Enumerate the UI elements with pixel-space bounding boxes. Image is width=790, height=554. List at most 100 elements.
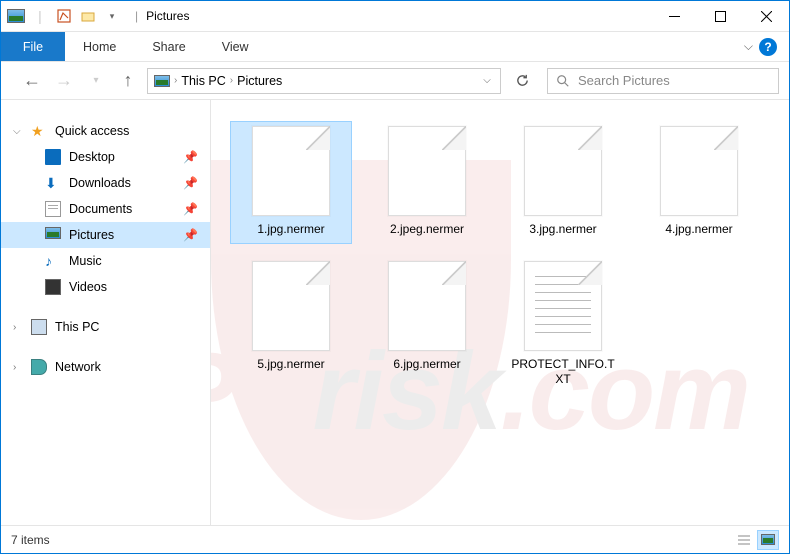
file-thumbnail-icon: [524, 261, 602, 351]
explorer-window: | ▾ Pictures File Home Share View: [0, 0, 790, 554]
properties-icon[interactable]: [53, 5, 75, 27]
file-item[interactable]: 6.jpg.nermer: [367, 257, 487, 393]
breadcrumb-this-pc[interactable]: This PC: [181, 74, 225, 88]
maximize-button[interactable]: [697, 1, 743, 31]
file-item[interactable]: 2.jpeg.nermer: [367, 122, 487, 243]
chevron-down-icon[interactable]: ⌵: [13, 126, 21, 137]
file-name-label: 5.jpg.nermer: [257, 357, 324, 372]
file-name-label: 1.jpg.nermer: [257, 222, 324, 237]
location-icon: [154, 75, 170, 87]
window-title: Pictures: [135, 9, 189, 23]
pin-icon: 📌: [183, 228, 198, 242]
sidebar-item-label: Downloads: [69, 176, 131, 190]
close-button[interactable]: [743, 1, 789, 31]
pin-icon: 📌: [183, 176, 198, 190]
chevron-right-icon[interactable]: ›: [174, 75, 177, 86]
files-grid: 1.jpg.nermer 2.jpeg.nermer 3.jpg.nermer 4.j…: [231, 122, 779, 393]
forward-button[interactable]: →: [51, 68, 77, 94]
sidebar-item-this-pc[interactable]: › This PC: [1, 314, 210, 340]
file-thumbnail-icon: [252, 126, 330, 216]
address-bar[interactable]: › This PC › Pictures ⌵: [147, 68, 501, 94]
details-view-button[interactable]: [733, 530, 755, 550]
document-icon: [45, 201, 61, 217]
file-item[interactable]: 3.jpg.nermer: [503, 122, 623, 243]
search-input[interactable]: [578, 73, 770, 88]
file-list-pane[interactable]: PCrisk.com 1.jpg.nermer2.jpeg.nermer3.jp…: [211, 100, 789, 525]
view-mode-switcher: [733, 530, 779, 550]
sidebar-item-label: Desktop: [69, 150, 115, 164]
minimize-button[interactable]: [651, 1, 697, 31]
sidebar-item-label: Music: [69, 254, 102, 268]
chevron-right-icon[interactable]: ›: [13, 362, 16, 373]
qat-dropdown-icon[interactable]: ▾: [101, 5, 123, 27]
sidebar-item-label: Quick access: [55, 124, 129, 138]
chevron-right-icon[interactable]: ›: [13, 322, 16, 333]
file-item[interactable]: 5.jpg.nermer: [231, 257, 351, 393]
navigation-pane: ⌵ ★ Quick access Desktop 📌 ⬇ Downloads 📌…: [1, 100, 211, 525]
network-icon: [31, 359, 47, 375]
sidebar-item-pictures[interactable]: Pictures 📌: [1, 222, 210, 248]
status-bar: 7 items: [1, 525, 789, 553]
back-button[interactable]: ←: [19, 68, 45, 94]
file-item[interactable]: 4.jpg.nermer: [639, 122, 759, 243]
address-dropdown-icon[interactable]: ⌵: [478, 75, 496, 86]
pictures-icon: [45, 227, 61, 243]
search-icon: [556, 74, 570, 88]
sidebar-item-network[interactable]: › Network: [1, 354, 210, 380]
file-name-label: PROTECT_INFO.TXT: [508, 357, 618, 387]
tab-share[interactable]: Share: [134, 32, 203, 61]
file-item[interactable]: PROTECT_INFO.TXT: [503, 257, 623, 393]
file-thumbnail-icon: [388, 261, 466, 351]
file-thumbnail-icon: [388, 126, 466, 216]
file-name-label: 6.jpg.nermer: [393, 357, 460, 372]
sidebar-item-quick-access[interactable]: ⌵ ★ Quick access: [1, 118, 210, 144]
file-thumbnail-icon: [524, 126, 602, 216]
navigation-bar: ← → ▾ ↑ › This PC › Pictures ⌵: [1, 62, 789, 100]
pc-icon: [31, 319, 47, 335]
tab-view[interactable]: View: [204, 32, 267, 61]
desktop-icon: [45, 149, 61, 165]
new-folder-icon[interactable]: [77, 5, 99, 27]
recent-locations-icon[interactable]: ▾: [83, 68, 109, 94]
body: ⌵ ★ Quick access Desktop 📌 ⬇ Downloads 📌…: [1, 100, 789, 525]
app-icon: [5, 5, 27, 27]
refresh-button[interactable]: [507, 68, 537, 94]
search-box[interactable]: [547, 68, 779, 94]
tab-home[interactable]: Home: [65, 32, 134, 61]
video-icon: [45, 279, 61, 295]
file-menu-button[interactable]: File: [1, 32, 65, 61]
star-icon: ★: [31, 123, 47, 139]
window-controls: [651, 1, 789, 31]
file-name-label: 2.jpeg.nermer: [390, 222, 464, 237]
sidebar-item-videos[interactable]: Videos: [1, 274, 210, 300]
file-thumbnail-icon: [252, 261, 330, 351]
sidebar-item-label: This PC: [55, 320, 99, 334]
file-item[interactable]: 1.jpg.nermer: [231, 122, 351, 243]
ribbon-tabs: File Home Share View ⌵ ?: [1, 32, 789, 62]
sidebar-item-documents[interactable]: Documents 📌: [1, 196, 210, 222]
breadcrumb-pictures[interactable]: Pictures: [237, 74, 282, 88]
sidebar-item-label: Network: [55, 360, 101, 374]
sidebar-item-downloads[interactable]: ⬇ Downloads 📌: [1, 170, 210, 196]
thumbnails-view-button[interactable]: [757, 530, 779, 550]
file-name-label: 4.jpg.nermer: [665, 222, 732, 237]
pin-icon: 📌: [183, 150, 198, 164]
sidebar-item-label: Pictures: [69, 228, 114, 242]
quick-access-toolbar: | ▾: [1, 5, 127, 27]
ribbon-expand-icon[interactable]: ⌵: [744, 39, 753, 54]
help-icon[interactable]: ?: [759, 38, 777, 56]
music-icon: ♪: [45, 253, 61, 269]
up-button[interactable]: ↑: [115, 68, 141, 94]
sidebar-item-label: Videos: [69, 280, 107, 294]
file-thumbnail-icon: [660, 126, 738, 216]
sidebar-item-label: Documents: [69, 202, 132, 216]
sidebar-item-music[interactable]: ♪ Music: [1, 248, 210, 274]
title-bar: | ▾ Pictures: [1, 1, 789, 32]
qat-separator: |: [29, 5, 51, 27]
pin-icon: 📌: [183, 202, 198, 216]
sidebar-item-desktop[interactable]: Desktop 📌: [1, 144, 210, 170]
download-icon: ⬇: [45, 175, 61, 191]
item-count-label: 7 items: [11, 533, 50, 547]
file-name-label: 3.jpg.nermer: [529, 222, 596, 237]
chevron-right-icon[interactable]: ›: [230, 75, 233, 86]
